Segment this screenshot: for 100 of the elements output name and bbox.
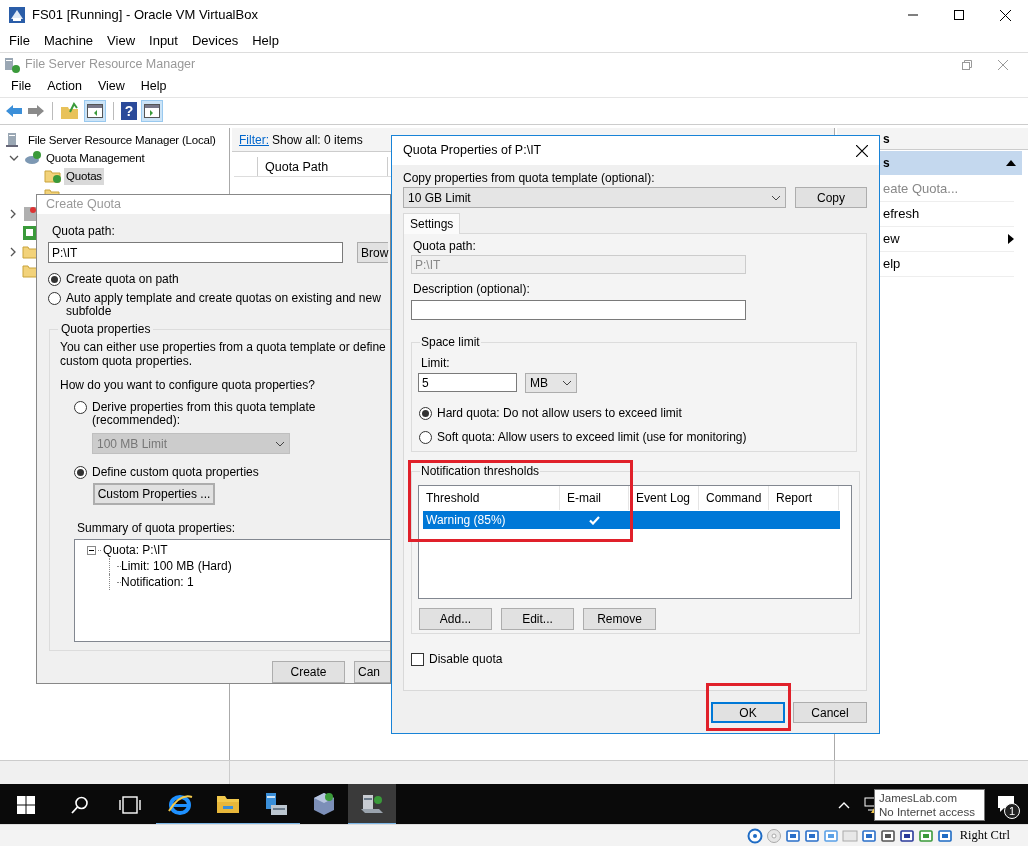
close-button[interactable] — [854, 142, 870, 159]
ok-button[interactable]: OK — [711, 702, 785, 723]
filter-link[interactable]: Filter: — [239, 130, 269, 149]
column-header[interactable]: Report — [769, 486, 839, 510]
audio-icon[interactable] — [784, 827, 801, 844]
option-label: Derive properties from this quota template (recommended): — [92, 401, 317, 427]
cancel-button[interactable]: Can — [354, 661, 390, 683]
radio-button[interactable] — [419, 407, 432, 420]
recording-icon[interactable] — [879, 827, 896, 844]
field-label: Limit: — [421, 356, 451, 370]
tree-item[interactable]: Quota Management — [44, 149, 147, 167]
chevron-icon[interactable] — [9, 153, 19, 163]
menu-item[interactable]: Machine — [36, 31, 101, 51]
copy-button[interactable]: Copy — [795, 187, 867, 208]
field-label: Quota path: — [52, 224, 116, 238]
chevron-icon[interactable] — [8, 246, 18, 257]
chevron-icon[interactable] — [8, 208, 18, 219]
dialog-title: Create Quota — [46, 196, 122, 214]
folder-up-icon[interactable] — [60, 102, 80, 120]
task-view-icon[interactable] — [119, 795, 141, 814]
keyboard-icon[interactable] — [936, 827, 953, 844]
field-label: Quota path: — [413, 239, 477, 253]
shield-icon — [22, 205, 38, 222]
radio-button[interactable] — [48, 273, 61, 286]
taskbar-button[interactable] — [348, 784, 396, 824]
search-icon[interactable] — [71, 795, 89, 814]
menu-item[interactable]: Help — [132, 77, 175, 96]
column-header[interactable]: E-mail — [560, 486, 629, 510]
toggle-pane-button[interactable] — [84, 100, 106, 122]
checkbox[interactable] — [411, 652, 424, 666]
menu-item[interactable]: File — [3, 77, 40, 96]
window-title: File Server Resource Manager — [25, 56, 196, 74]
tab[interactable]: Settings — [403, 213, 461, 234]
radio-button[interactable] — [48, 292, 61, 305]
folder-icon — [44, 168, 62, 184]
column-header[interactable]: Command — [699, 486, 769, 510]
tree-item: Notification: 1 — [121, 575, 194, 589]
column-header[interactable]: Quota Path — [258, 157, 388, 176]
server-icon — [3, 55, 21, 74]
display-icon[interactable] — [860, 827, 877, 844]
field-label: Summary of quota properties: — [77, 521, 237, 535]
toggle-pane-button[interactable] — [141, 100, 163, 122]
start-icon[interactable] — [17, 795, 35, 814]
menu-item[interactable]: Help — [245, 31, 286, 51]
menu-item[interactable]: Action — [39, 77, 90, 96]
mouse-icon[interactable] — [917, 827, 934, 844]
custom-properties-button[interactable]: Custom Properties ... — [93, 483, 215, 505]
forward-icon[interactable] — [27, 103, 45, 119]
collapse-arrow-icon[interactable] — [1006, 160, 1016, 166]
submenu-arrow-icon[interactable] — [1008, 234, 1014, 244]
radio-button[interactable] — [74, 466, 87, 479]
restore-icon[interactable] — [962, 59, 972, 70]
collapse-icon[interactable] — [87, 545, 96, 555]
menu-item[interactable]: View — [89, 77, 133, 96]
host-key-label: Right Ctrl — [959, 827, 1010, 845]
option-label: Hard quota: Do not allow users to exceed limit — [437, 407, 682, 420]
server-icon[interactable] — [263, 790, 289, 817]
menu-item[interactable]: Devices — [184, 31, 246, 51]
description-text: You can either use properties from a quota template or define custom quota properties. — [59, 340, 387, 368]
remove-button[interactable]: Remove — [583, 608, 656, 630]
unit-dropdown[interactable]: MB — [525, 373, 577, 393]
description-field[interactable] — [411, 300, 746, 320]
back-icon[interactable] — [5, 103, 23, 119]
create-button[interactable]: Create — [272, 661, 345, 683]
close-icon[interactable] — [999, 9, 1011, 21]
tree-item[interactable]: File Server Resource Manager (Local) — [26, 131, 218, 149]
caret-icon[interactable] — [838, 800, 850, 809]
tree-item[interactable]: Quotas — [64, 167, 104, 185]
column-header[interactable]: Threshold — [419, 486, 560, 510]
browse-button[interactable]: Brow — [357, 242, 389, 263]
folder-icon — [22, 243, 38, 260]
group-label: Space limit — [420, 335, 481, 349]
question-text: How do you want to configure quota properties? — [59, 378, 316, 392]
tooltip-text: JamesLab.com — [879, 791, 958, 805]
app-icon — [8, 6, 26, 24]
add-button[interactable]: Add... — [419, 608, 492, 630]
edit-button[interactable]: Edit... — [501, 608, 574, 630]
radio-button[interactable] — [74, 401, 87, 414]
disk-icon — [24, 150, 42, 166]
network-icon[interactable] — [803, 827, 820, 844]
template-dropdown[interactable]: 10 GB Limit — [403, 187, 786, 208]
menu-item[interactable]: File — [2, 31, 37, 51]
radio-button[interactable] — [419, 431, 432, 444]
hard-disk-icon[interactable] — [746, 827, 763, 844]
maximize-icon[interactable] — [954, 10, 964, 20]
tree-item: Limit: 100 MB (Hard) — [121, 559, 232, 573]
threshold-row[interactable]: Warning (85%) — [423, 511, 840, 529]
menu-item[interactable]: View — [100, 31, 143, 51]
path-field[interactable]: P:\IT — [48, 242, 343, 263]
notification-button[interactable]: 1 — [994, 790, 1020, 819]
tree-item: Quota: P:\IT — [103, 543, 168, 557]
limit-field[interactable]: 5 — [418, 373, 517, 392]
capture-icon[interactable] — [898, 827, 915, 844]
menu-item[interactable]: Input — [142, 31, 185, 51]
column-header[interactable]: Event Log — [629, 486, 699, 510]
help-button[interactable]: ? — [121, 102, 137, 120]
cube-icon[interactable] — [312, 790, 336, 817]
usb-icon[interactable] — [822, 827, 839, 844]
cancel-button[interactable]: Cancel — [793, 702, 867, 723]
group-label: Quota properties — [58, 322, 154, 336]
